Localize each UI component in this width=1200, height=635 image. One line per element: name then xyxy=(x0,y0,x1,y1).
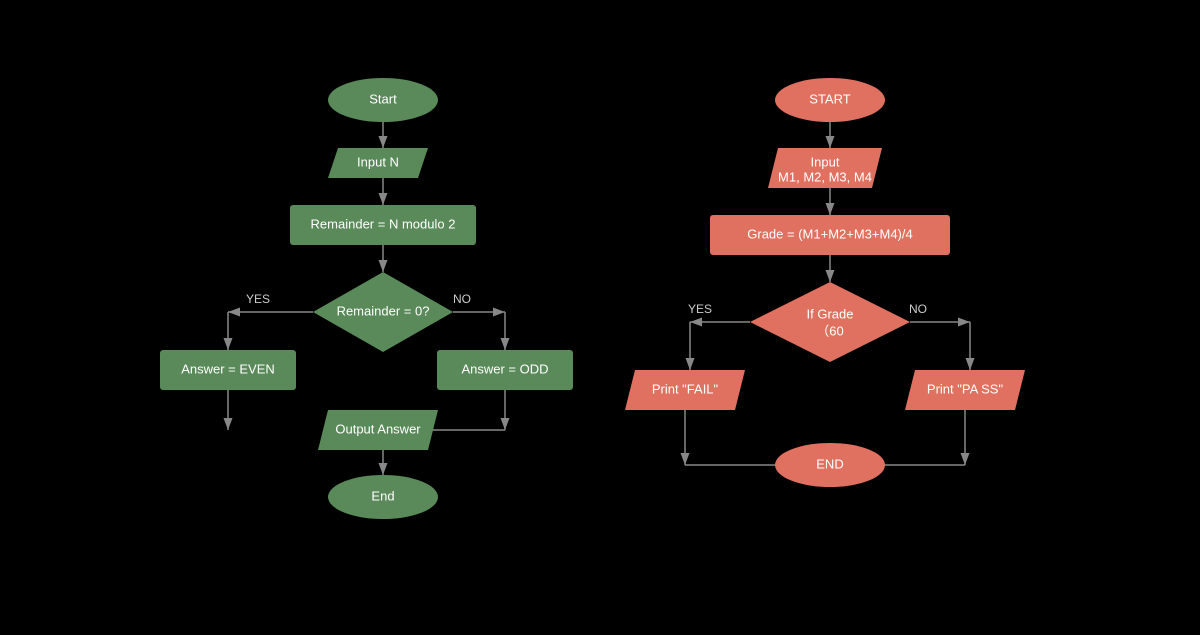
fc2-end-label: END xyxy=(816,456,843,471)
fc1-no-label: NO xyxy=(453,292,471,306)
flowchart-svg: Start Input N Remainder = N modulo 2 Rem… xyxy=(0,0,1200,630)
fc2-decision-line2: （60 xyxy=(816,323,843,338)
fc1-yes-label: YES xyxy=(246,292,270,306)
fc2-decision-line1: If Grade xyxy=(807,306,854,321)
fc1-input-label: Input N xyxy=(357,154,399,169)
fc1-start-label: Start xyxy=(369,91,397,106)
fc1-end-label: End xyxy=(371,488,394,503)
fc2-grade-label: Grade = (M1+M2+M3+M4)/4 xyxy=(747,226,912,241)
fc2-decision-shape xyxy=(750,282,910,362)
fc2-no-label: NO xyxy=(909,302,927,316)
fc2-input-line1: Input xyxy=(811,154,840,169)
fc2-yes-label: YES xyxy=(688,302,712,316)
fc2-pass-label: Print "PA SS" xyxy=(927,381,1004,396)
flowchart-container: Start Input N Remainder = N modulo 2 Rem… xyxy=(0,0,1200,630)
fc1-odd-label: Answer = ODD xyxy=(461,361,548,376)
fc1-remainder-label: Remainder = N modulo 2 xyxy=(311,216,456,231)
fc1-decision-label: Remainder = 0? xyxy=(337,303,430,318)
fc1-even-label: Answer = EVEN xyxy=(181,361,275,376)
fc1-output-label: Output Answer xyxy=(335,421,421,436)
fc2-input-line2: M1, M2, M3, M4 xyxy=(778,169,872,184)
fc2-fail-label: Print "FAIL" xyxy=(652,381,719,396)
fc2-start-label: START xyxy=(809,91,850,106)
